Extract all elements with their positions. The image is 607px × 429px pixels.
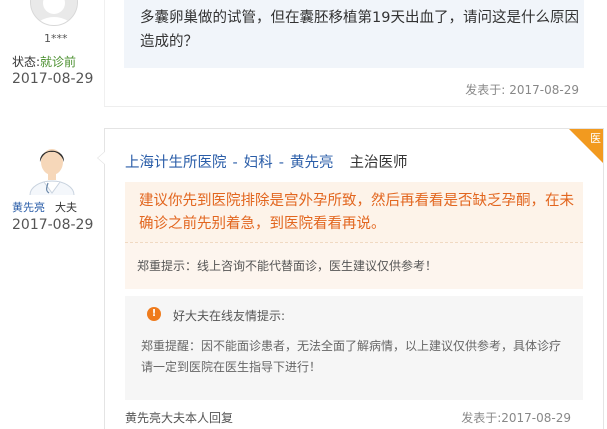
patient-message: 多囊卵巢做的试管，但在囊胚移植第19天出血了，请问这是什么原因造成的？ <box>140 10 579 50</box>
reply-disclaimer-box: 郑重提示：线上咨询不能代替面诊，医生建议仅供参考！ <box>125 242 583 289</box>
doctor-reply-text: 建议你先到医院排除是宫外孕所致，然后再看看是否缺乏孕酮，在未确诊之前先别着急，到… <box>139 193 574 232</box>
patient-name[interactable]: 1*** <box>44 32 68 45</box>
doctor-avatar-icon[interactable] <box>22 135 82 210</box>
department-link[interactable]: 妇科 <box>244 155 273 171</box>
patient-message-bubble: 多囊卵巢做的试管，但在囊胚移植第19天出血了，请问这是什么原因造成的？ <box>124 0 584 68</box>
patient-posted-info: 发表于: 2017-08-29 <box>465 81 583 98</box>
posted-label: 发表于: <box>465 83 506 97</box>
reply-footer: 黄先亮大夫本人回复 发表于:2017-08-29 <box>125 409 583 426</box>
doctor-date: 2017-08-29 <box>12 217 94 233</box>
doctor-name-link[interactable]: 黄先亮 <box>12 201 45 214</box>
reply-author-note: 黄先亮大夫本人回复 <box>125 411 234 425</box>
doctor-title-name-link[interactable]: 黄先亮 <box>290 155 334 171</box>
patient-info: 1*** 状态:就诊前 2017-08-29 <box>0 0 110 100</box>
friendly-tip-box: ! 好大夫在线友情提示: 郑重提醒：因不能面诊患者，无法全面了解病情，以上建议仅… <box>125 296 583 400</box>
status-value: 就诊前 <box>40 55 77 69</box>
doctor-rank: 主治医师 <box>349 155 408 171</box>
reply-box: 建议你先到医院排除是宫外孕所致，然后再看看是否缺乏孕酮，在未确诊之前先别着急，到… <box>125 182 583 242</box>
tip-title: 好大夫在线友情提示: <box>173 309 286 323</box>
doctor-role: 大夫 <box>55 201 77 214</box>
title-separator: - <box>232 155 238 171</box>
doctor-name-row: 黄先亮 大夫 <box>12 199 77 215</box>
default-avatar-icon[interactable] <box>30 0 78 26</box>
doctor-badge-label: 医 <box>590 132 601 145</box>
warning-icon: ! <box>147 307 161 321</box>
message-divider <box>104 106 607 107</box>
posted-date: 2017-08-29 <box>509 83 579 97</box>
doctor-reply-card: 医 上海计生所医院 - 妇科 - 黄先亮 主治医师 建议你先到医院排除是宫外孕所致，然后再… <box>97 128 604 429</box>
hospital-link[interactable]: 上海计生所医院 <box>125 155 227 171</box>
reply-disclaimer: 郑重提示：线上咨询不能代替面诊，医生建议仅供参考！ <box>137 259 438 273</box>
patient-status: 状态:就诊前 <box>12 53 76 70</box>
tip-body: 郑重提醒：因不能面诊患者，无法全面了解病情，以上建议仅供参考，具体诊疗请一定到医… <box>141 339 562 374</box>
title-separator: - <box>278 155 284 171</box>
patient-date: 2017-08-29 <box>12 71 94 87</box>
doctor-title: 上海计生所医院 - 妇科 - 黄先亮 主治医师 <box>125 151 407 172</box>
status-label: 状态: <box>12 55 41 69</box>
reply-posted-date: 发表于:2017-08-29 <box>461 411 571 425</box>
